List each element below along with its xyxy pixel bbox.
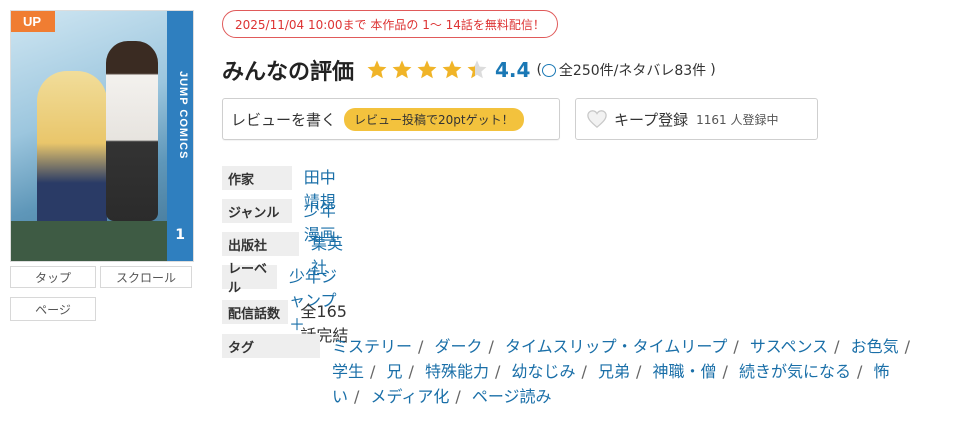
keep-label: キープ登録 bbox=[614, 110, 689, 129]
scroll-button[interactable]: スクロール bbox=[100, 266, 192, 288]
tags-label: タグ bbox=[222, 334, 320, 358]
star-icon bbox=[467, 60, 487, 79]
tag-separator: / bbox=[354, 387, 360, 406]
free-notice: 2025/11/04 10:00まで 本作品の 1～ 14話を無料配信！ bbox=[222, 10, 558, 38]
tag-link[interactable]: 幼なじみ bbox=[512, 362, 576, 381]
tag-separator: / bbox=[408, 362, 414, 381]
up-badge: UP bbox=[11, 11, 56, 32]
tag-link[interactable]: タイムスリップ・タイムリープ bbox=[505, 337, 727, 356]
tag-separator: / bbox=[733, 337, 739, 356]
tag-separator: / bbox=[488, 337, 494, 356]
speech-bubble-icon bbox=[541, 63, 556, 77]
cover-ground bbox=[11, 221, 167, 261]
tag-link[interactable]: 兄弟 bbox=[598, 362, 630, 381]
rating-title: みんなの評価 bbox=[222, 60, 355, 85]
star-icon bbox=[442, 60, 462, 79]
review-count-link[interactable]: ( 全250件/ネタバレ83件 ) bbox=[536, 60, 715, 80]
tag-separator: / bbox=[636, 362, 642, 381]
tag-link[interactable]: ダーク bbox=[435, 337, 483, 356]
cover-figure-girl bbox=[37, 71, 107, 231]
tag-separator: / bbox=[722, 362, 728, 381]
tag-separator: / bbox=[834, 337, 840, 356]
tag-separator: / bbox=[495, 362, 501, 381]
star-icon bbox=[417, 60, 437, 79]
tap-button[interactable]: タップ bbox=[10, 266, 96, 288]
tag-link[interactable]: ミステリー bbox=[332, 337, 412, 356]
info-row-tags: タグ ミステリー / ダーク / タイムスリップ・タイムリープ / サスペンス / お色… bbox=[222, 334, 922, 409]
tag-link[interactable]: サスペンス bbox=[750, 337, 828, 356]
cover-figure-boy bbox=[106, 41, 158, 221]
tag-link[interactable]: 特殊能力 bbox=[425, 362, 489, 381]
label-label: レーベル bbox=[222, 262, 278, 296]
rating-score: 4.4 bbox=[495, 58, 531, 82]
tag-link[interactable]: ページ読み bbox=[472, 387, 552, 406]
star-icon bbox=[367, 60, 387, 79]
close-paren: ) bbox=[710, 62, 716, 78]
cover-image[interactable]: JUMP COMICS 1 UP bbox=[10, 10, 194, 262]
publisher-label: 出版社 bbox=[222, 232, 299, 256]
tag-separator: / bbox=[857, 362, 863, 381]
write-review-label: レビューを書く bbox=[231, 110, 337, 129]
tag-separator: / bbox=[581, 362, 587, 381]
tag-link[interactable]: お色気 bbox=[851, 337, 899, 356]
tag-link[interactable]: メディア化 bbox=[371, 387, 450, 406]
tag-link[interactable]: 学生 bbox=[332, 362, 364, 381]
tag-separator: / bbox=[370, 362, 376, 381]
tag-link[interactable]: 兄 bbox=[387, 362, 403, 381]
star-icon bbox=[392, 60, 412, 79]
keep-button[interactable]: キープ登録 1161 人登録中 bbox=[575, 98, 818, 140]
tag-separator: / bbox=[418, 337, 424, 356]
rating-row: みんなの評価 4.4 ( 全250件/ネタバレ83件 ) bbox=[222, 54, 716, 86]
heart-icon bbox=[587, 110, 607, 129]
tag-separator: / bbox=[904, 337, 911, 356]
review-points-badge: レビュー投稿で20ptゲット！ bbox=[344, 107, 524, 131]
review-count: 全250件/ネタバレ83件 bbox=[558, 63, 707, 79]
tag-separator: / bbox=[455, 387, 461, 406]
page-button[interactable]: ページ bbox=[10, 297, 96, 321]
tag-link[interactable]: 続きが気になる bbox=[739, 362, 851, 381]
episodes-label: 配信話数 bbox=[222, 300, 289, 324]
tag-list: ミステリー / ダーク / タイムスリップ・タイムリープ / サスペンス / お色気 / … bbox=[332, 334, 922, 409]
genre-label: ジャンル bbox=[222, 199, 292, 223]
keep-count: 1161 人登録中 bbox=[696, 112, 779, 127]
tag-link[interactable]: 神職・僧 bbox=[653, 362, 717, 381]
author-label: 作家 bbox=[222, 166, 292, 190]
cover-spine-text: JUMP COMICS bbox=[177, 71, 189, 160]
write-review-button[interactable]: レビューを書く レビュー投稿で20ptゲット！ bbox=[222, 98, 560, 140]
rating-stars bbox=[366, 59, 491, 81]
cover-volume-number: 1 bbox=[175, 227, 185, 243]
